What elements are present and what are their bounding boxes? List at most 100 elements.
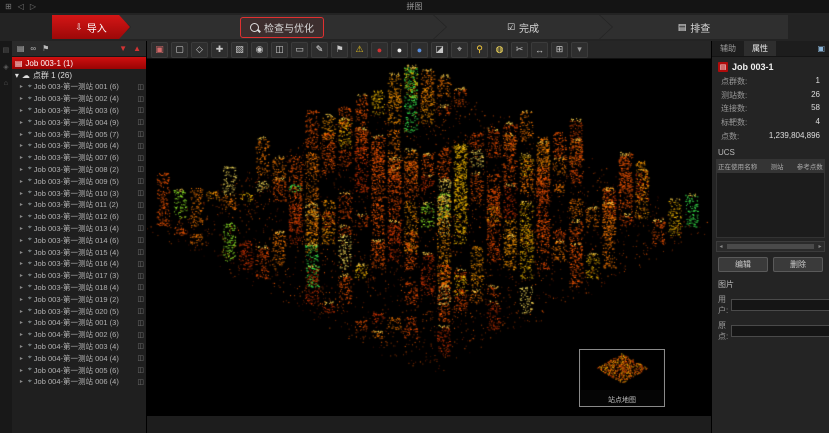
photo-icon[interactable]: ◫ bbox=[137, 142, 144, 150]
filter-down-icon[interactable]: ▼ bbox=[119, 44, 127, 53]
targets-icon[interactable]: ⚑ bbox=[42, 44, 49, 53]
tree-row[interactable]: ▸ ⌖ Job 003-第一测站 007 (6) ◫ bbox=[12, 152, 146, 164]
stations-list-icon[interactable]: ▤ bbox=[17, 44, 25, 53]
tab-properties[interactable]: 属性 bbox=[744, 41, 776, 56]
delete-button[interactable]: 删除 bbox=[773, 257, 823, 272]
viewport-3d[interactable]: 站点地图 bbox=[147, 59, 711, 416]
grid-icon[interactable]: ⊞ bbox=[551, 42, 568, 58]
photo-icon[interactable]: ◫ bbox=[137, 378, 144, 386]
expander-icon[interactable]: ▸ bbox=[20, 142, 26, 149]
photo-icon[interactable]: ◫ bbox=[137, 224, 144, 232]
photo-icon[interactable]: ◫ bbox=[137, 342, 144, 350]
scrollbar-thumb[interactable] bbox=[727, 244, 814, 249]
fit-view-icon[interactable]: ↔ bbox=[531, 42, 548, 58]
photo-icon[interactable]: ◫ bbox=[137, 236, 144, 244]
scroll-right-icon[interactable]: ▸ bbox=[816, 243, 824, 250]
expander-icon[interactable]: ▸ bbox=[20, 260, 26, 267]
expander-icon[interactable]: ▸ bbox=[20, 319, 26, 326]
expander-icon[interactable]: ▸ bbox=[20, 154, 26, 161]
expander-icon[interactable]: ▸ bbox=[20, 95, 26, 102]
panel-layout-icon[interactable]: ▣ bbox=[817, 44, 825, 53]
workflow-step-inspect-optimize[interactable]: 检查与优化 bbox=[118, 15, 446, 39]
expander-icon[interactable]: ▸ bbox=[20, 355, 26, 362]
minimap-canvas[interactable] bbox=[581, 350, 663, 390]
tree-row[interactable]: ▸ ⌖ Job 003-第一测站 006 (4) ◫ bbox=[12, 140, 146, 152]
photo-icon[interactable]: ◫ bbox=[137, 177, 144, 185]
tree-row[interactable]: ▸ ⌖ Job 004-第一测站 001 (3) ◫ bbox=[12, 317, 146, 329]
pin-icon[interactable]: ⚲ bbox=[471, 42, 488, 58]
filter-up-icon[interactable]: ▲ bbox=[133, 44, 141, 53]
select-rect-icon[interactable]: ▢ bbox=[171, 42, 188, 58]
expander-icon[interactable]: ▸ bbox=[20, 249, 26, 256]
ucs-horizontal-scrollbar[interactable]: ◂ ▸ bbox=[716, 241, 825, 252]
ucs-table-body[interactable] bbox=[716, 173, 825, 238]
tree-row[interactable]: ▸ ⌖ Job 003-第一测站 011 (2) ◫ bbox=[12, 199, 146, 211]
expander-icon[interactable]: ▸ bbox=[20, 331, 26, 338]
tree-row[interactable]: ▸ ⌖ Job 003-第一测站 005 (7) ◫ bbox=[12, 128, 146, 140]
blue-point-icon[interactable]: ● bbox=[411, 42, 428, 58]
tree-row[interactable]: ▸ ⌖ Job 003-第一测站 019 (2) ◫ bbox=[12, 293, 146, 305]
expander-icon[interactable]: ▸ bbox=[20, 83, 26, 90]
expander-icon[interactable]: ▸ bbox=[20, 284, 26, 291]
photo-icon[interactable]: ◫ bbox=[137, 95, 144, 103]
tree-row[interactable]: ▸ ⌖ Job 003-第一测站 013 (4) ◫ bbox=[12, 223, 146, 235]
photo-icon[interactable]: ◫ bbox=[137, 366, 144, 374]
scroll-left-icon[interactable]: ◂ bbox=[717, 243, 725, 250]
target-icon[interactable]: ⌖ bbox=[451, 42, 468, 58]
expander-icon[interactable]: ▸ bbox=[20, 119, 26, 126]
camera-icon[interactable]: ◉ bbox=[251, 42, 268, 58]
clipping-box-icon[interactable]: ▣ bbox=[151, 42, 168, 58]
tree-row[interactable]: ▸ ⌖ Job 003-第一测站 014 (6) ◫ bbox=[12, 234, 146, 246]
photo-icon[interactable]: ◫ bbox=[137, 106, 144, 114]
tree-row[interactable]: ▸ ⌖ Job 003-第一测站 004 (9) ◫ bbox=[12, 116, 146, 128]
tree-row[interactable]: ▸ ⌖ Job 003-第一测站 002 (4) ◫ bbox=[12, 93, 146, 105]
tree-row[interactable]: ▸ ⌖ Job 003-第一测站 015 (4) ◫ bbox=[12, 246, 146, 258]
expander-icon[interactable]: ▸ bbox=[20, 190, 26, 197]
flag-icon[interactable]: ⚑ bbox=[331, 42, 348, 58]
expander-icon[interactable]: ▸ bbox=[20, 308, 26, 315]
screen-icon[interactable]: ▭ bbox=[291, 42, 308, 58]
snapshot-icon[interactable]: ◫ bbox=[271, 42, 288, 58]
pencil-icon[interactable]: ✎ bbox=[311, 42, 328, 58]
tree-row[interactable]: ▸ ⌖ Job 004-第一测站 006 (4) ◫ bbox=[12, 376, 146, 388]
tree-row[interactable]: ▸ ⌖ Job 003-第一测站 010 (3) ◫ bbox=[12, 187, 146, 199]
select-polygon-icon[interactable]: ◇ bbox=[191, 42, 208, 58]
expander-open-icon[interactable]: ▾ bbox=[15, 71, 19, 80]
expander-icon[interactable]: ▸ bbox=[20, 237, 26, 244]
edit-button[interactable]: 编辑 bbox=[718, 257, 768, 272]
workflow-step-import[interactable]: ⇩ 导入 bbox=[52, 15, 130, 39]
photo-icon[interactable]: ◫ bbox=[137, 260, 144, 268]
photo-icon[interactable]: ◫ bbox=[137, 165, 144, 173]
tree-row[interactable]: ▸ ⌖ Job 003-第一测站 003 (6) ◫ bbox=[12, 105, 146, 117]
tab-auxiliary[interactable]: 辅助 bbox=[712, 41, 744, 56]
eraser-icon[interactable]: ◪ bbox=[431, 42, 448, 58]
photo-icon[interactable]: ◫ bbox=[137, 354, 144, 362]
photo-icon[interactable]: ◫ bbox=[137, 118, 144, 126]
tree-row[interactable]: ▸ ⌖ Job 003-第一测站 012 (6) ◫ bbox=[12, 211, 146, 223]
home-icon[interactable]: ⌂ bbox=[4, 80, 8, 87]
expander-icon[interactable]: ▸ bbox=[20, 107, 26, 114]
expander-icon[interactable]: ▸ bbox=[20, 166, 26, 173]
workflow-step-review[interactable]: ▤ 排查 bbox=[600, 15, 788, 39]
photo-icon[interactable]: ◫ bbox=[137, 189, 144, 197]
photo-icon[interactable]: ◫ bbox=[137, 248, 144, 256]
nav-forward-icon[interactable]: ▷ bbox=[30, 2, 36, 11]
photo-icon[interactable]: ◫ bbox=[137, 319, 144, 327]
tree-row[interactable]: ▸ ⌖ Job 004-第一测站 003 (4) ◫ bbox=[12, 341, 146, 353]
origin-input[interactable] bbox=[731, 325, 829, 337]
expander-icon[interactable]: ▸ bbox=[20, 213, 26, 220]
tree-row[interactable]: ▸ ⌖ Job 003-第一测站 017 (3) ◫ bbox=[12, 270, 146, 282]
tree-row[interactable]: ▸ ⌖ Job 004-第一测站 002 (6) ◫ bbox=[12, 329, 146, 341]
expander-icon[interactable]: ▸ bbox=[20, 367, 26, 374]
zoom-window-icon[interactable]: ▧ bbox=[231, 42, 248, 58]
tree-row[interactable]: ▸ ⌖ Job 003-第一测站 018 (4) ◫ bbox=[12, 282, 146, 294]
nav-back-icon[interactable]: ◁ bbox=[18, 2, 24, 11]
bookmark-icon[interactable]: ◈ bbox=[3, 63, 8, 71]
expander-icon[interactable]: ▸ bbox=[20, 343, 26, 350]
tree-row[interactable]: ▸ ⌖ Job 003-第一测站 008 (2) ◫ bbox=[12, 164, 146, 176]
expander-icon[interactable]: ▸ bbox=[20, 178, 26, 185]
cut-icon[interactable]: ✂ bbox=[511, 42, 528, 58]
user-input[interactable] bbox=[731, 299, 829, 311]
workflow-step-complete[interactable]: ☑ 完成 bbox=[434, 15, 612, 39]
minimap[interactable]: 站点地图 bbox=[579, 349, 665, 407]
